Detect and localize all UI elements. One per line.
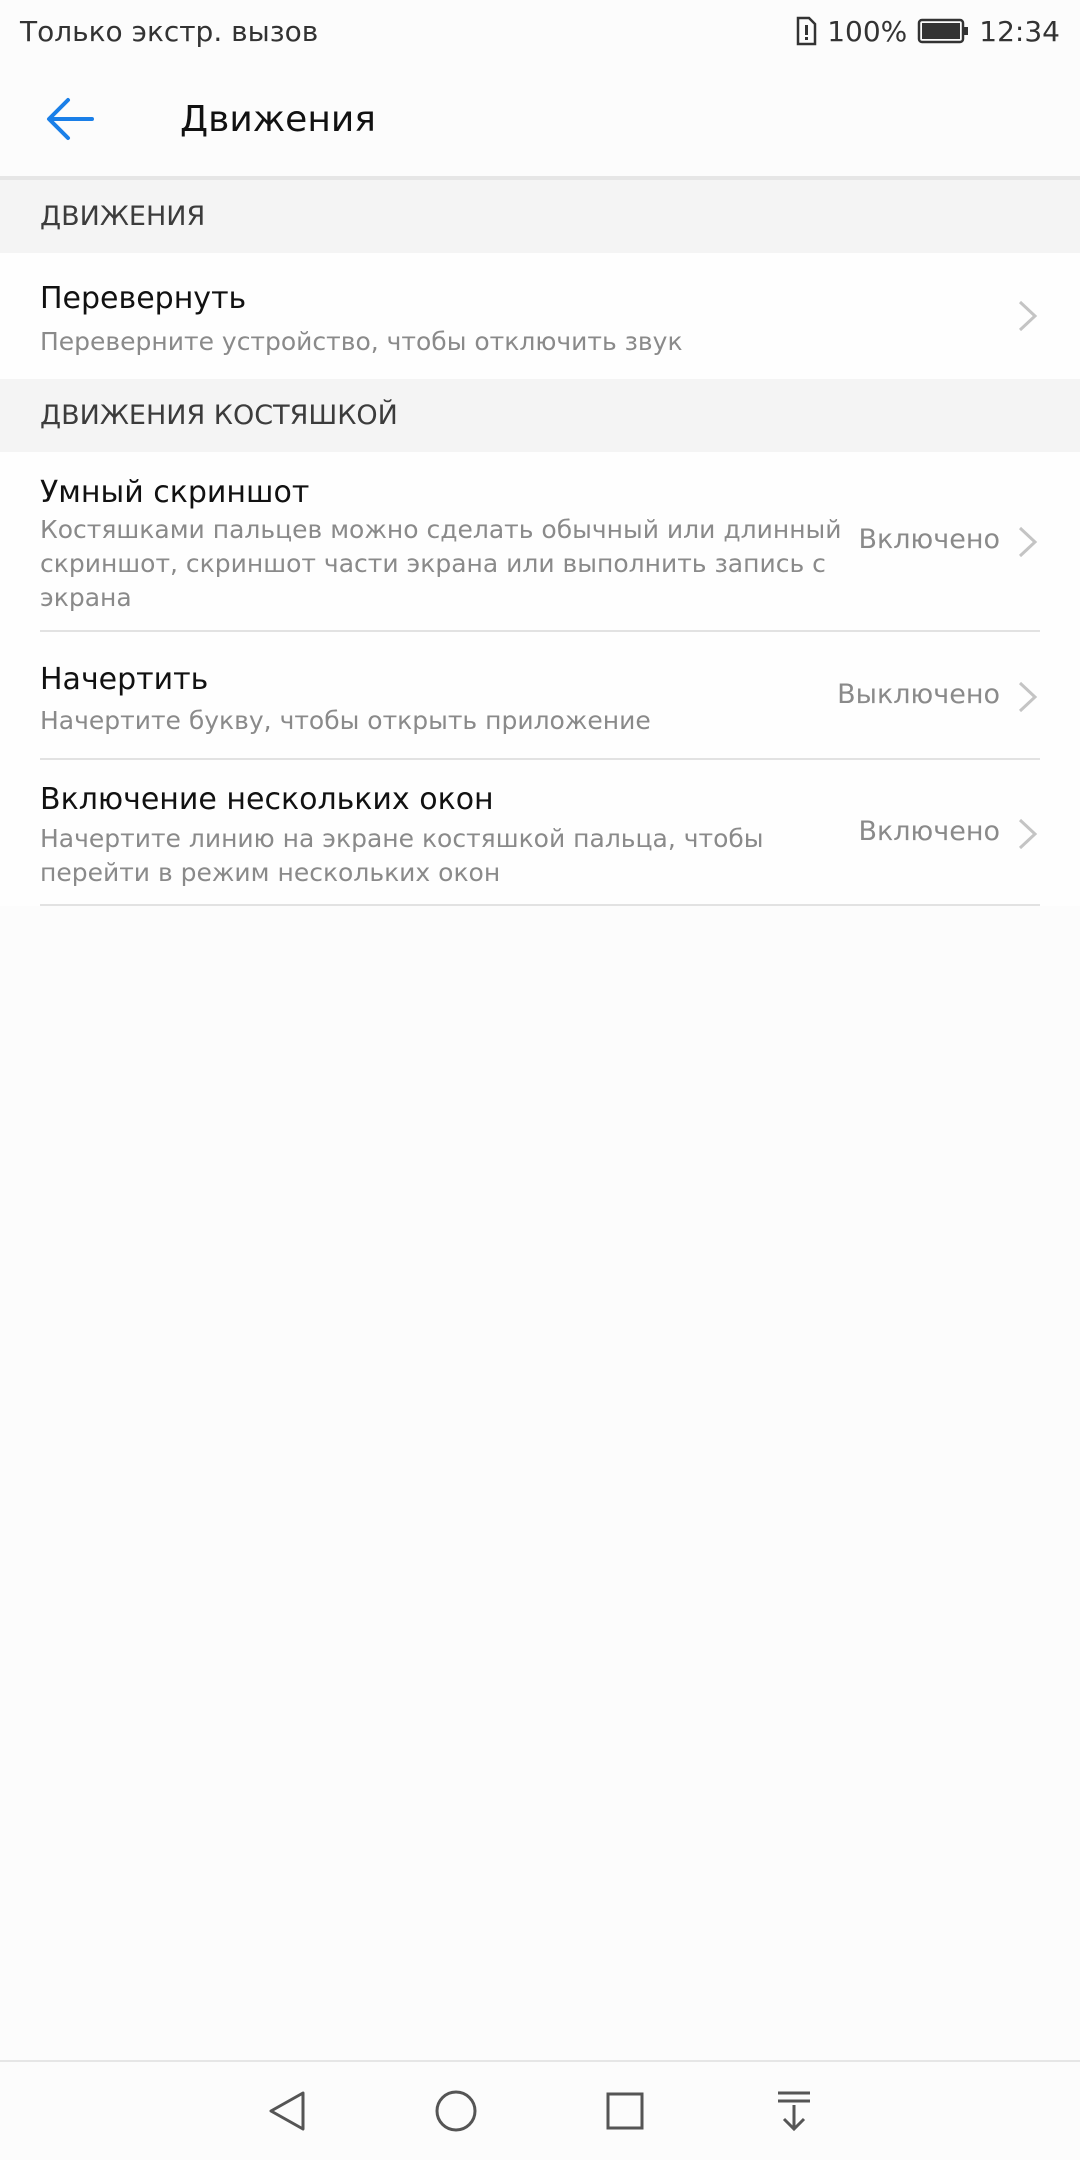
- app-bar: Движения: [0, 62, 1080, 176]
- back-button[interactable]: [40, 89, 100, 149]
- nav-back-button[interactable]: [255, 2079, 319, 2143]
- chevron-right-icon: [1018, 818, 1038, 850]
- status-value: Включено: [858, 524, 1000, 555]
- list-item-draw[interactable]: Начертить Начертите букву, чтобы открыть…: [0, 632, 1080, 760]
- square-recents-icon: [606, 2092, 643, 2130]
- section-header-motions: ДВИЖЕНИЯ: [0, 180, 1080, 253]
- download-notifications-icon: [777, 2091, 810, 2132]
- list-item-flip[interactable]: Перевернуть Переверните устройство, чтоб…: [0, 253, 1080, 379]
- item-subtitle: Начертите линию на экране костяшкой паль…: [40, 824, 764, 887]
- chevron-right-icon: [1018, 526, 1038, 558]
- item-subtitle: Переверните устройство, чтобы отключить …: [40, 327, 683, 356]
- nav-notifications-button[interactable]: [762, 2079, 826, 2143]
- battery-percent: 100%: [827, 14, 908, 48]
- triangle-back-icon: [269, 2091, 304, 2131]
- circle-home-icon: [435, 2090, 476, 2132]
- item-title: Начертить: [40, 662, 209, 697]
- item-title: Умный скриншот: [40, 475, 310, 510]
- status-value: Выключено: [837, 679, 1000, 710]
- arrow-left-icon: [47, 98, 94, 140]
- chevron-right-icon: [1018, 300, 1038, 332]
- list-item-split-screen[interactable]: Включение нескольких окон Начертите лини…: [0, 760, 1080, 906]
- item-title: Перевернуть: [40, 281, 247, 316]
- battery-icon: [918, 18, 969, 44]
- item-subtitle: Начертите букву, чтобы открыть приложени…: [40, 706, 651, 735]
- divider: [40, 904, 1040, 906]
- system-nav-bar: [0, 2060, 1080, 2160]
- page-title: Движения: [180, 98, 376, 140]
- nav-home-button[interactable]: [424, 2079, 488, 2143]
- sim-alert-icon: [796, 16, 817, 46]
- nav-recents-button[interactable]: [593, 2079, 657, 2143]
- clock: 12:34: [979, 14, 1060, 48]
- section-header-knuckle-motions: ДВИЖЕНИЯ КОСТЯШКОЙ: [0, 379, 1080, 452]
- status-bar: Только экстр. вызов 100% 12:34: [0, 0, 1080, 62]
- item-title: Включение нескольких окон: [40, 782, 494, 817]
- list-item-smart-screenshot[interactable]: Умный скриншот Костяшками пальцев можно …: [0, 452, 1080, 632]
- carrier-text: Только экстр. вызов: [20, 14, 319, 48]
- item-subtitle: Костяшками пальцев можно сделать обычный…: [40, 515, 842, 612]
- chevron-right-icon: [1018, 681, 1038, 713]
- status-icons: 100% 12:34: [795, 15, 1060, 48]
- status-value: Включено: [858, 816, 1000, 847]
